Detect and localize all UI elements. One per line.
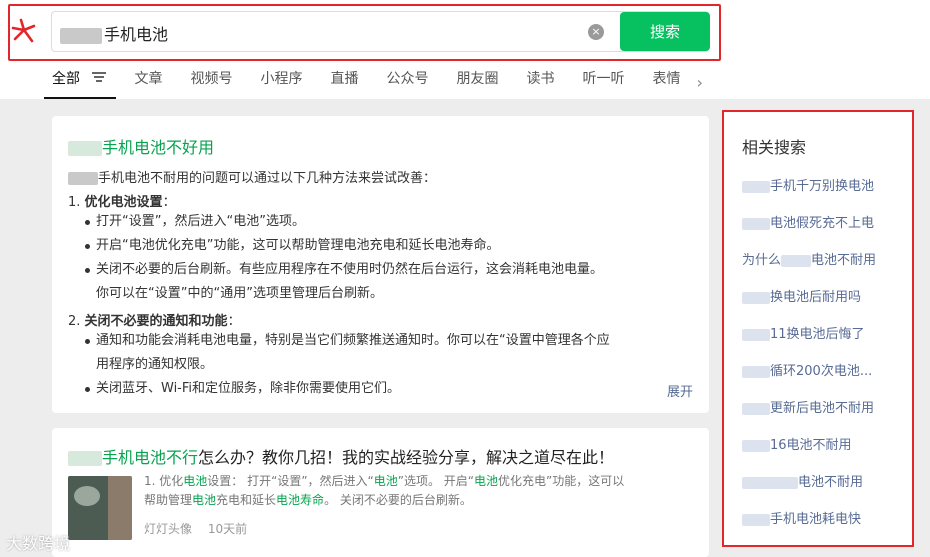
tab-listen[interactable]: 听一听	[582, 66, 624, 99]
result-title[interactable]: 手机电池不行怎么办？教你几招！我的实战经验分享，解决之道尽在此！	[68, 444, 614, 468]
list-item: 通知和功能会消耗电池电量，特别是当它们频繁推送通知时。你可以在“设置中管理各个应	[68, 329, 610, 353]
blurred-text	[68, 451, 102, 466]
list-item: 打开“设置”，然后进入“电池”选项。	[68, 210, 603, 234]
chevron-right-icon[interactable]: ›	[696, 73, 702, 92]
publish-time: 10天前	[207, 522, 248, 536]
related-searches-list: 手机千万别换电池 电池假死充不上电 为什么 电池不耐用 换电池后耐用吗 11换电池…	[742, 175, 876, 545]
result-snippet: 1. 优化电池设置： 打开“设置”，然后进入“电池”选项。 开启“电池优化充电”…	[144, 474, 625, 507]
list-item-continued: 你可以在“设置”中的“通用”选项里管理后台刷新。	[96, 286, 383, 301]
related-search-item[interactable]: 16电池不耐用	[742, 434, 876, 471]
highlight-box-search	[8, 4, 721, 61]
related-search-item[interactable]: 换电池后耐用吗	[742, 286, 876, 323]
result-meta: 灯灯头像 10天前	[144, 520, 259, 537]
result-card-article[interactable]: 手机电池不行怎么办？教你几招！我的实战经验分享，解决之道尽在此！ 1. 优化电池…	[52, 428, 709, 557]
related-search-item[interactable]: 手机千万别换电池	[742, 175, 876, 212]
blurred-text	[742, 217, 770, 230]
tab-books[interactable]: 读书	[526, 66, 554, 99]
tab-articles[interactable]: 文章	[134, 66, 162, 99]
list-item: 开启“电池优化充电”功能，这可以帮助管理电池充电和延长电池寿命。	[68, 234, 603, 258]
list-item: 关闭蓝牙、Wi-Fi和定位服务，除非你需要使用它们。	[68, 377, 610, 401]
summary-section-2: 2. 关闭不必要的通知和功能： 通知和功能会消耗电池电量，特别是当它们频繁推送通…	[68, 310, 610, 401]
result-tabs: 全部 文章 视频号 小程序 直播 公众号 朋友圈 读书 听一听 表情 ›	[43, 66, 703, 99]
tab-mini-programs[interactable]: 小程序	[260, 66, 302, 99]
tab-official-accounts[interactable]: 公众号	[386, 66, 428, 99]
related-searches-title: 相关搜索	[742, 138, 807, 157]
blurred-text	[742, 180, 770, 193]
tab-all[interactable]: 全部	[43, 66, 117, 99]
blurred-text	[742, 439, 770, 452]
tab-stickers[interactable]: 表情	[652, 66, 680, 99]
watermark: 大数跨境	[6, 534, 71, 553]
tab-moments[interactable]: 朋友圈	[456, 66, 498, 99]
author-name[interactable]: 灯灯头像	[144, 522, 192, 536]
summary-section-1: 1. 优化电池设置： 打开“设置”，然后进入“电池”选项。 开启“电池优化充电”…	[68, 191, 603, 306]
article-thumbnail[interactable]	[68, 476, 132, 540]
related-search-item[interactable]: 循环200次电池...	[742, 360, 876, 397]
related-search-item[interactable]: 为什么 电池不耐用	[742, 249, 876, 286]
section-heading: 1. 优化电池设置：	[68, 195, 176, 210]
list-item: 关闭不必要的后台刷新。有些应用程序在不使用时仍然在后台运行，这会消耗电池电量。	[68, 258, 603, 282]
blurred-text	[68, 172, 98, 185]
filter-icon[interactable]	[92, 66, 107, 92]
expand-link[interactable]: 展开	[667, 381, 693, 400]
blurred-text	[68, 141, 102, 156]
blurred-text	[742, 476, 798, 489]
blurred-text	[781, 254, 812, 267]
tab-channels[interactable]: 视频号	[190, 66, 232, 99]
related-search-item[interactable]: 电池假死充不上电	[742, 212, 876, 249]
blurred-text	[742, 291, 770, 304]
related-search-item[interactable]: 电池不耐用	[742, 471, 876, 508]
list-item-continued: 用程序的通知权限。	[96, 357, 214, 372]
related-search-item[interactable]: 11换电池后悔了	[742, 323, 876, 360]
related-searches-panel: 相关搜索 手机千万别换电池 电池假死充不上电 为什么 电池不耐用 换电池后耐用吗 …	[722, 110, 914, 547]
related-search-item[interactable]: 更新后电池不耐用	[742, 397, 876, 434]
related-search-item[interactable]: 手机电池耗电快	[742, 508, 876, 545]
blurred-text	[742, 513, 770, 526]
result-card-ai-summary[interactable]: 手机电池不好用 手机电池不耐用的问题可以通过以下几种方法来尝试改善： 1. 优化…	[52, 116, 709, 413]
result-title[interactable]: 手机电池不好用	[68, 134, 214, 158]
blurred-text	[742, 402, 770, 415]
section-heading: 2. 关闭不必要的通知和功能：	[68, 314, 241, 329]
blurred-text	[742, 328, 770, 341]
result-intro: 手机电池不耐用的问题可以通过以下几种方法来尝试改善：	[68, 167, 436, 186]
blurred-text	[742, 365, 770, 378]
tab-live[interactable]: 直播	[330, 66, 358, 99]
